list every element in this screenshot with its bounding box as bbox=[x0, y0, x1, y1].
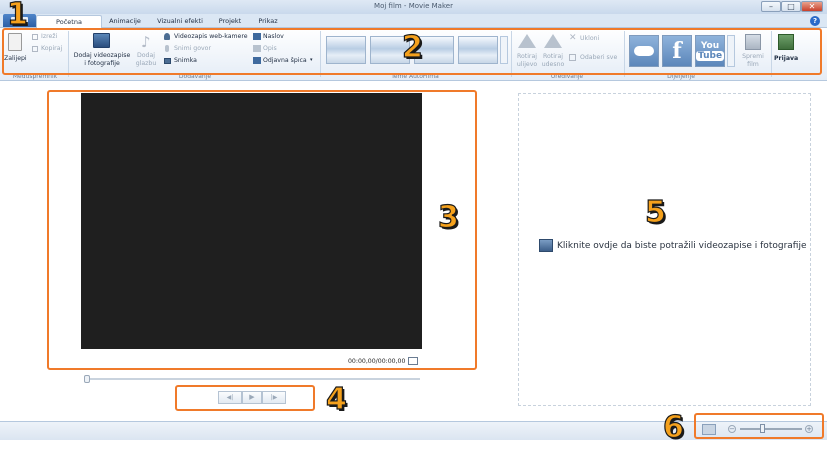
minimize-button[interactable]: – bbox=[761, 1, 781, 12]
film-add-icon bbox=[539, 239, 553, 252]
callout-number-1: 1 bbox=[6, 0, 28, 33]
callout-box-playback bbox=[175, 385, 315, 411]
callout-number-2: 2 bbox=[401, 29, 423, 65]
seek-slider-thumb[interactable] bbox=[84, 375, 90, 383]
window-title: Moj film - Movie Maker bbox=[374, 2, 453, 10]
tab-animations[interactable]: Animacije bbox=[103, 15, 147, 28]
close-button[interactable]: ✕ bbox=[801, 1, 823, 12]
tab-project[interactable]: Projekt bbox=[212, 15, 248, 28]
tab-view[interactable]: Prikaz bbox=[252, 15, 284, 28]
callout-number-4: 4 bbox=[325, 381, 347, 417]
tab-visual-effects[interactable]: Vizualni efekti bbox=[150, 15, 210, 28]
title-bar: Moj film - Movie Maker – □ ✕ bbox=[0, 0, 827, 14]
callout-number-6: 6 bbox=[662, 409, 684, 445]
tab-home[interactable]: Početna stranica bbox=[36, 15, 102, 39]
callout-number-3: 3 bbox=[437, 199, 459, 235]
callout-box-preview bbox=[47, 90, 477, 370]
seek-track[interactable] bbox=[84, 378, 420, 380]
maximize-button[interactable]: □ bbox=[781, 1, 801, 12]
help-icon[interactable]: ? bbox=[810, 16, 820, 26]
callout-box-zoom bbox=[694, 413, 824, 439]
callout-number-5: 5 bbox=[644, 194, 666, 230]
storyboard-hint[interactable]: Kliknite ovdje da biste potražili videoz… bbox=[557, 241, 807, 251]
